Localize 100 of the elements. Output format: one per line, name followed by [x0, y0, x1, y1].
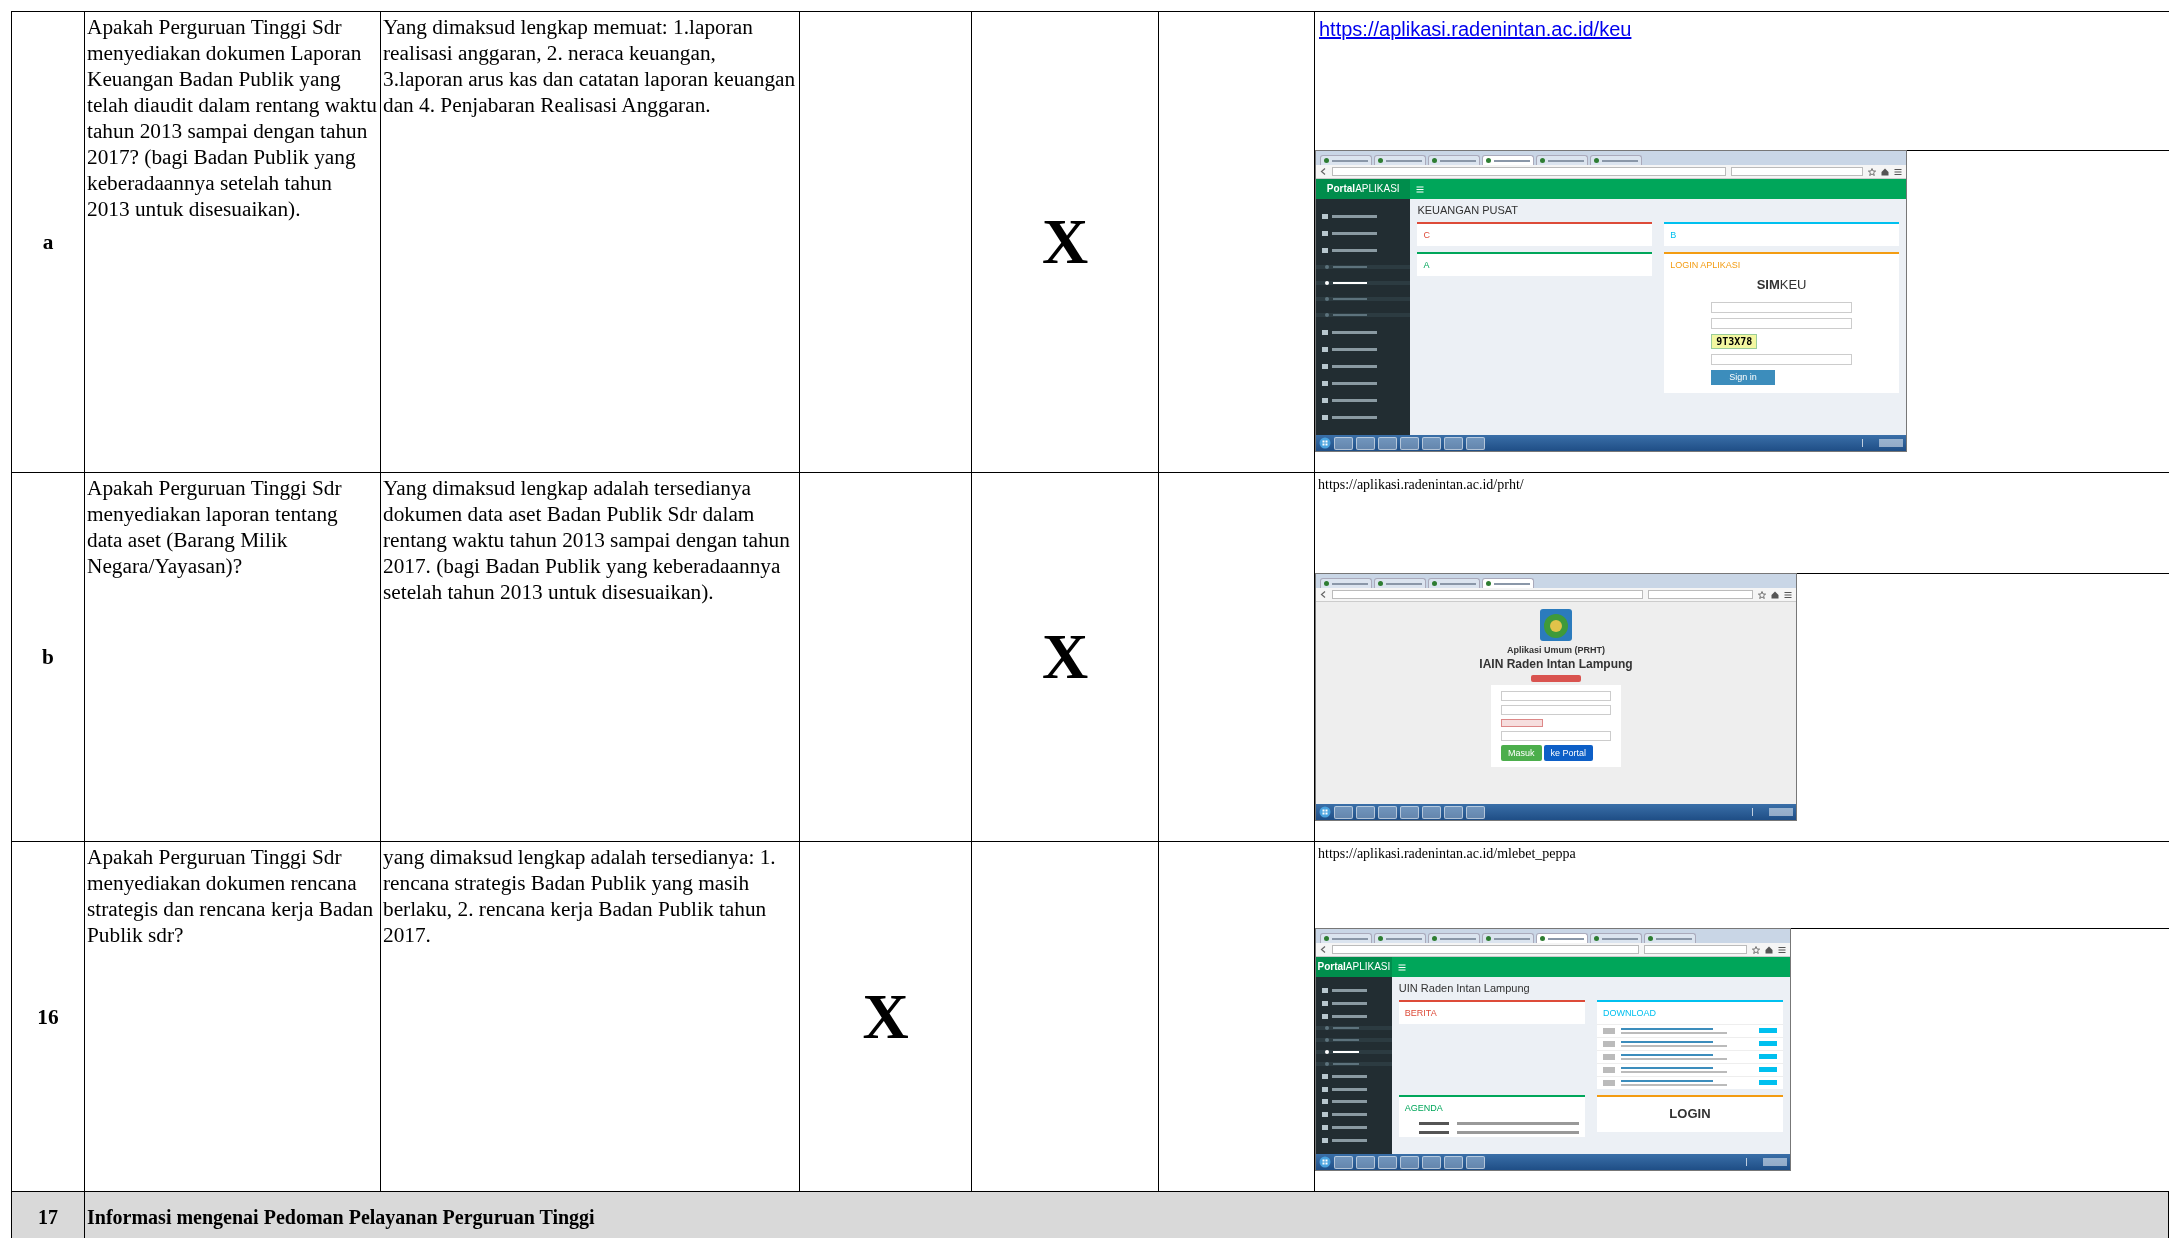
- input-field[interactable]: [1501, 731, 1611, 742]
- start-button[interactable]: [1319, 1156, 1331, 1168]
- taskbar-app-icon[interactable]: [1378, 1155, 1397, 1169]
- url-link[interactable]: https://aplikasi.radenintan.ac.id/keu: [1315, 12, 1636, 46]
- row-number: b: [42, 644, 54, 670]
- search-field[interactable]: [1643, 945, 1747, 954]
- input-field[interactable]: [1501, 691, 1611, 702]
- address-field[interactable]: [1332, 945, 1639, 954]
- star-icon[interactable]: [1868, 167, 1876, 176]
- menu-icon[interactable]: [1894, 167, 1902, 176]
- taskbar-app-icon[interactable]: [1400, 805, 1419, 819]
- browser-tab[interactable]: [1644, 933, 1696, 943]
- taskbar-app-icon[interactable]: [1422, 805, 1441, 819]
- browser-tab[interactable]: [1374, 578, 1426, 588]
- file-list-item[interactable]: [1596, 1037, 1783, 1050]
- taskbar-app-icon[interactable]: [1466, 1155, 1485, 1169]
- browser-tab[interactable]: [1428, 933, 1480, 943]
- login-button[interactable]: ke Portal: [1543, 745, 1594, 762]
- browser-tab[interactable]: [1374, 155, 1426, 165]
- browser-tab[interactable]: [1320, 578, 1372, 588]
- input-field[interactable]: [1501, 705, 1611, 716]
- explanation-text: Yang dimaksud lengkap adalah tersedianya dokumen data aset Badan Publik Sdr dalam rentang waktu tahun 2013 sampai dengan tahun 2017. (bagi Badan Publik yang keberadaannya setelah tahun 2013 untuk disesuaikan).: [383, 475, 791, 605]
- browser-tab[interactable]: [1320, 155, 1372, 165]
- app-name: Aplikasi Umum (PRHT): [1507, 645, 1605, 656]
- browser-tab[interactable]: [1482, 933, 1534, 943]
- explanation-text: yang dimaksud lengkap adalah tersedianya: 1. rencana strategis Badan Publik yang masih berlaku, 2. rencana kerja Badan Publik tahun 2017.: [383, 844, 777, 948]
- explanation-text: Yang dimaksud lengkap memuat: 1.laporan realisasi anggaran, 2. neraca keuangan, 3.laporan arus kas dan catatan laporan keuangan dan 4. Penjabaran Realisasi Anggaran.: [383, 14, 797, 118]
- panel-title: C: [1422, 228, 1431, 242]
- browser-tab[interactable]: [1428, 155, 1480, 165]
- row-number: 16: [37, 1003, 59, 1030]
- notice-bar: [1531, 675, 1581, 683]
- input-field[interactable]: [1711, 354, 1853, 366]
- browser-tab[interactable]: [1482, 578, 1534, 588]
- menu-icon[interactable]: [1778, 945, 1786, 954]
- search-field[interactable]: [1648, 590, 1753, 599]
- emblem-icon: [1539, 608, 1573, 642]
- search-field[interactable]: [1730, 167, 1863, 176]
- panel-title: B: [1669, 228, 1678, 242]
- answer-mark: X: [862, 984, 909, 1049]
- taskbar-app-icon[interactable]: [1466, 436, 1485, 450]
- browser-tab[interactable]: [1374, 933, 1426, 943]
- question-text: Apakah Perguruan Tinggi Sdr menyediakan laporan tentang data aset (Barang Milik Negara/Yayasan)?: [87, 475, 343, 579]
- taskbar-app-icon[interactable]: [1356, 1155, 1375, 1169]
- taskbar-app-icon[interactable]: [1356, 436, 1375, 450]
- back-icon[interactable]: [1320, 168, 1327, 175]
- taskbar-app-icon[interactable]: [1422, 436, 1441, 450]
- start-button[interactable]: [1319, 437, 1331, 449]
- page-title: UIN Raden Intan Lampung: [1398, 982, 1531, 995]
- taskbar-app-icon[interactable]: [1334, 805, 1353, 819]
- panel-title: DOWNLOAD: [1601, 1006, 1657, 1020]
- browser-tab[interactable]: [1536, 155, 1588, 165]
- taskbar-app-icon[interactable]: [1400, 1155, 1419, 1169]
- taskbar-app-icon[interactable]: [1334, 436, 1353, 450]
- taskbar-app-icon[interactable]: [1422, 1155, 1441, 1169]
- home-icon[interactable]: [1881, 167, 1889, 176]
- address-field[interactable]: [1332, 167, 1726, 176]
- taskbar-app-icon[interactable]: [1444, 436, 1463, 450]
- taskbar-app-icon[interactable]: [1378, 436, 1397, 450]
- browser-tab[interactable]: [1590, 155, 1642, 165]
- home-icon[interactable]: [1765, 945, 1773, 954]
- brand-logo: PortalAPLIKASI: [1316, 179, 1411, 199]
- browser-tab[interactable]: [1482, 155, 1534, 165]
- panel-title: AGENDA: [1403, 1102, 1444, 1115]
- star-icon[interactable]: [1758, 590, 1766, 599]
- taskbar-app-icon[interactable]: [1356, 805, 1375, 819]
- sidebar-subitem[interactable]: [1316, 1050, 1392, 1055]
- browser-tab[interactable]: [1320, 933, 1372, 943]
- browser-tab[interactable]: [1428, 578, 1480, 588]
- back-icon[interactable]: [1320, 946, 1327, 953]
- panel-title: A: [1422, 259, 1431, 272]
- taskbar-app-icon[interactable]: [1444, 805, 1463, 819]
- menu-icon[interactable]: [1784, 590, 1792, 599]
- file-list-item[interactable]: [1596, 1050, 1783, 1063]
- star-icon[interactable]: [1752, 945, 1760, 954]
- browser-tab[interactable]: [1536, 933, 1588, 943]
- start-button[interactable]: [1319, 806, 1331, 818]
- page-title: KEUANGAN PUSAT: [1417, 204, 1520, 217]
- file-list-item[interactable]: [1596, 1076, 1783, 1089]
- taskbar-app-icon[interactable]: [1400, 436, 1419, 450]
- input-field[interactable]: [1711, 318, 1853, 330]
- sidebar-subitem[interactable]: [1316, 281, 1411, 286]
- url-text: https://aplikasi.radenintan.ac.id/prht/: [1317, 476, 1525, 494]
- input-field[interactable]: [1711, 302, 1853, 314]
- sign-in-button[interactable]: Sign in: [1711, 370, 1775, 385]
- file-list-item[interactable]: [1596, 1063, 1783, 1076]
- file-list-item[interactable]: [1596, 1024, 1783, 1037]
- browser-tab[interactable]: [1590, 933, 1642, 943]
- back-icon[interactable]: [1320, 591, 1327, 598]
- question-text: Apakah Perguruan Tinggi Sdr menyediakan dokumen Laporan Keuangan Badan Publik yang telah diaudit dalam rentang waktu tahun 2013 sampai dengan tahun 2017? (bagi Badan Publik yang keberadaannya setelah tahun 2013 untuk disesuaikan).: [87, 14, 378, 222]
- taskbar-app-icon[interactable]: [1378, 805, 1397, 819]
- taskbar-app-icon[interactable]: [1334, 1155, 1353, 1169]
- system-tray: [1752, 808, 1793, 816]
- home-icon[interactable]: [1771, 590, 1779, 599]
- taskbar-app-icon[interactable]: [1444, 1155, 1463, 1169]
- login-heading: LOGIN: [1668, 1105, 1712, 1123]
- panel-title: BERITA: [1403, 1006, 1438, 1020]
- system-tray: [1862, 439, 1903, 447]
- address-field[interactable]: [1332, 590, 1643, 599]
- system-tray: [1746, 1158, 1787, 1166]
- taskbar-app-icon[interactable]: [1466, 805, 1485, 819]
